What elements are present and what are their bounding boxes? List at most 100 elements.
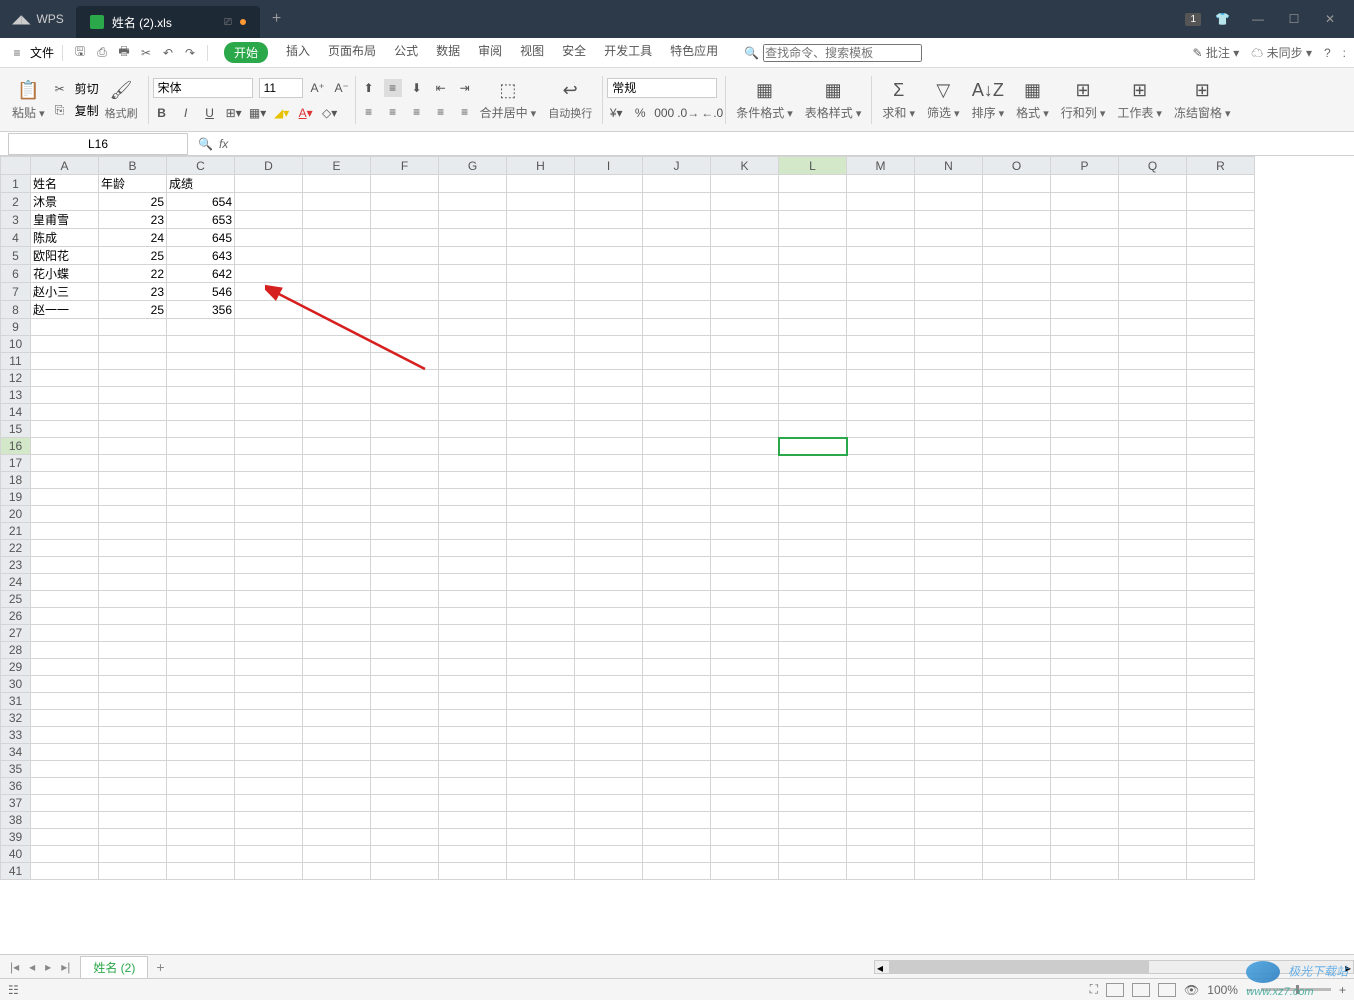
cell[interactable] — [167, 795, 235, 812]
cell[interactable] — [711, 247, 779, 265]
cell[interactable] — [983, 812, 1051, 829]
cell[interactable] — [575, 387, 643, 404]
cell[interactable] — [643, 193, 711, 211]
cell[interactable] — [575, 710, 643, 727]
merge-button[interactable]: ⬚合并居中 ▾ — [474, 78, 543, 121]
underline-icon[interactable]: U — [201, 104, 219, 122]
cell[interactable] — [31, 778, 99, 795]
cell[interactable] — [779, 319, 847, 336]
cell[interactable] — [31, 846, 99, 863]
cell[interactable] — [235, 778, 303, 795]
row-header[interactable]: 21 — [1, 523, 31, 540]
row-header[interactable]: 26 — [1, 608, 31, 625]
align-center-icon[interactable]: ≡ — [384, 103, 402, 121]
cell[interactable] — [1187, 193, 1255, 211]
column-header[interactable]: H — [507, 157, 575, 175]
cell[interactable]: 546 — [167, 283, 235, 301]
cell[interactable] — [643, 642, 711, 659]
cell[interactable] — [1119, 283, 1187, 301]
worksheet-button[interactable]: ⊞工作表 ▾ — [1111, 78, 1168, 121]
cell[interactable] — [1051, 608, 1119, 625]
row-header[interactable]: 11 — [1, 353, 31, 370]
cell[interactable] — [983, 472, 1051, 489]
cell[interactable] — [711, 659, 779, 676]
cell[interactable] — [439, 211, 507, 229]
cell[interactable] — [575, 812, 643, 829]
cell[interactable] — [31, 761, 99, 778]
cell[interactable] — [99, 404, 167, 421]
cell[interactable] — [643, 608, 711, 625]
cell[interactable] — [1119, 744, 1187, 761]
cell[interactable] — [303, 472, 371, 489]
row-header[interactable]: 1 — [1, 175, 31, 193]
cell[interactable] — [507, 676, 575, 693]
cell[interactable] — [575, 659, 643, 676]
cell[interactable] — [847, 353, 915, 370]
cell[interactable] — [31, 370, 99, 387]
italic-icon[interactable]: I — [177, 104, 195, 122]
cell[interactable] — [711, 336, 779, 353]
cell[interactable] — [235, 319, 303, 336]
cell[interactable] — [779, 642, 847, 659]
cell[interactable] — [1051, 336, 1119, 353]
cell[interactable] — [847, 370, 915, 387]
cell[interactable] — [507, 387, 575, 404]
cell[interactable] — [779, 353, 847, 370]
row-header[interactable]: 18 — [1, 472, 31, 489]
cell[interactable] — [915, 693, 983, 710]
cell[interactable] — [99, 421, 167, 438]
cell[interactable] — [439, 336, 507, 353]
cell[interactable] — [847, 387, 915, 404]
cell[interactable] — [575, 247, 643, 265]
cell[interactable] — [575, 353, 643, 370]
cell[interactable] — [1051, 727, 1119, 744]
cell[interactable] — [31, 557, 99, 574]
cell[interactable] — [371, 438, 439, 455]
spreadsheet-grid[interactable]: ABCDEFGHIJKLMNOPQR1姓名年龄成绩2沐景256543皇甫雪236… — [0, 156, 1255, 880]
cell[interactable] — [575, 863, 643, 880]
cell[interactable] — [1119, 642, 1187, 659]
cell[interactable] — [1051, 506, 1119, 523]
cell[interactable] — [507, 812, 575, 829]
search-input[interactable] — [763, 44, 922, 62]
comma-icon[interactable]: 000 — [655, 104, 673, 122]
cell[interactable] — [575, 472, 643, 489]
format-button[interactable]: ▦格式 ▾ — [1010, 78, 1055, 121]
cell[interactable] — [303, 761, 371, 778]
cell[interactable] — [983, 642, 1051, 659]
cell[interactable] — [779, 455, 847, 472]
cell[interactable] — [371, 319, 439, 336]
minimize-button[interactable]: — — [1244, 10, 1272, 28]
cell[interactable] — [779, 421, 847, 438]
cell[interactable] — [31, 540, 99, 557]
cell[interactable] — [575, 489, 643, 506]
cell[interactable] — [1119, 472, 1187, 489]
row-header[interactable]: 40 — [1, 846, 31, 863]
cell[interactable]: 姓名 — [31, 175, 99, 193]
cell[interactable] — [779, 247, 847, 265]
cell[interactable] — [99, 438, 167, 455]
cell[interactable] — [371, 387, 439, 404]
cell[interactable] — [1187, 247, 1255, 265]
cell[interactable] — [1051, 229, 1119, 247]
cell[interactable] — [167, 489, 235, 506]
cell[interactable] — [439, 506, 507, 523]
cell[interactable] — [371, 761, 439, 778]
cell[interactable] — [643, 744, 711, 761]
cell[interactable]: 643 — [167, 247, 235, 265]
cell[interactable] — [439, 455, 507, 472]
cell[interactable] — [371, 846, 439, 863]
cell[interactable] — [575, 625, 643, 642]
cell[interactable] — [915, 301, 983, 319]
cell[interactable] — [711, 863, 779, 880]
cut-qa-icon[interactable]: ✂ — [137, 44, 155, 62]
cell[interactable] — [507, 591, 575, 608]
row-header[interactable]: 41 — [1, 863, 31, 880]
cell[interactable] — [915, 659, 983, 676]
cell[interactable] — [507, 193, 575, 211]
cell[interactable] — [235, 557, 303, 574]
cell[interactable] — [711, 574, 779, 591]
cell[interactable] — [167, 812, 235, 829]
cell[interactable] — [507, 319, 575, 336]
cell[interactable] — [303, 370, 371, 387]
